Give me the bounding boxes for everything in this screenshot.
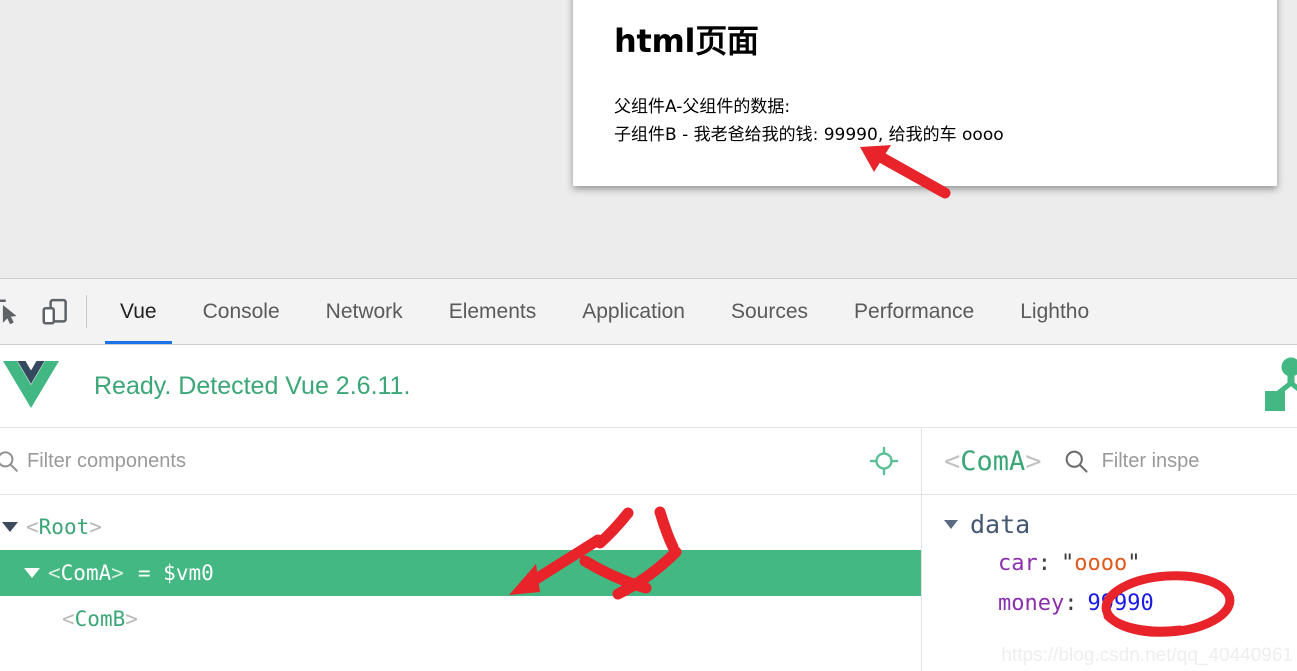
chevron-down-icon[interactable] [22, 568, 42, 578]
screenshot-root: html页面 父组件A-父组件的数据: 子组件B - 我老爸给我的钱: 9999… [0, 0, 1297, 671]
tab-sources[interactable]: Sources [708, 279, 831, 344]
tree-row-root[interactable]: < Root > [0, 504, 921, 550]
tab-network[interactable]: Network [303, 279, 426, 344]
prop-value: 99990 [1087, 590, 1154, 616]
page-text-line-child: 子组件B - 我老爸给我的钱: 99990, 给我的车 oooo [614, 125, 1004, 145]
tab-label: Application [582, 299, 685, 323]
devtools-tool-icons [0, 279, 74, 344]
tab-label: Vue [120, 299, 157, 323]
filter-inspector-input[interactable] [1101, 449, 1297, 473]
component-name: ComB [74, 607, 126, 631]
tab-label: Console [202, 299, 280, 323]
tab-application[interactable]: Application [559, 279, 708, 344]
close-angle: > [111, 561, 124, 585]
devtools-tab-bar: Vue Console Network Elements Application… [0, 278, 1297, 345]
open-angle: < [48, 561, 61, 585]
prop-colon: : [1064, 590, 1078, 616]
tab-label: Performance [854, 299, 975, 323]
inspect-element-icon[interactable] [0, 293, 26, 331]
tab-label: Sources [730, 299, 809, 323]
open-angle: < [26, 515, 39, 539]
components-panel: <Root> <ComA> = $vm0 <ComB> [0, 428, 922, 671]
vue-devtools-header: Ready. Detected Vue 2.6.11. [0, 345, 1297, 428]
search-icon [1062, 447, 1090, 475]
data-prop-money[interactable]: money:99990 [944, 583, 1297, 623]
browser-viewport-area: html页面 父组件A-父组件的数据: 子组件B - 我老爸给我的钱: 9999… [0, 0, 1297, 278]
tab-console[interactable]: Console [180, 279, 303, 344]
data-group-header[interactable]: data [944, 505, 1297, 543]
devtools-main-panes: <Root> <ComA> = $vm0 <ComB> <ComA> [0, 428, 1297, 671]
devtools-tab-list: Vue Console Network Elements Application… [97, 279, 1297, 344]
component-tree: < Root > < ComA > = $vm0 < ComB > [0, 495, 921, 671]
prop-key: money [998, 590, 1065, 616]
component-relations-icon[interactable] [1249, 355, 1297, 417]
rendered-page-panel: html页面 父组件A-父组件的数据: 子组件B - 我老爸给我的钱: 9999… [573, 0, 1277, 186]
tab-lighthouse[interactable]: Lightho [997, 279, 1112, 344]
rendered-page-content: html页面 父组件A-父组件的数据: 子组件B - 我老爸给我的钱: 9999… [573, 0, 1277, 149]
quote-close: " [1127, 550, 1141, 576]
tab-label: Lightho [1020, 299, 1090, 323]
close-angle: > [89, 515, 102, 539]
chevron-down-icon[interactable] [944, 519, 958, 529]
open-angle: < [944, 445, 961, 477]
chevron-down-icon[interactable] [0, 522, 20, 532]
prop-key: car [998, 550, 1038, 576]
data-group-label: data [970, 509, 1031, 539]
component-name: ComA [60, 561, 112, 585]
vue-status-text: Ready. Detected Vue 2.6.11. [94, 371, 411, 400]
close-angle: > [125, 607, 138, 631]
filter-components-input[interactable] [27, 449, 867, 473]
search-icon [0, 448, 24, 474]
components-filter-bar [0, 428, 921, 495]
prop-value: oooo [1074, 550, 1128, 576]
select-component-target-icon[interactable] [867, 444, 901, 478]
inspector-panel: <ComA> data car:"oooo" m [922, 428, 1297, 671]
prop-colon: : [1037, 550, 1051, 576]
inspector-data-tree: data car: " oooo " money:99990 [922, 495, 1297, 671]
device-toolbar-icon[interactable] [36, 293, 74, 331]
close-angle: > [1025, 445, 1042, 477]
tree-row-coma[interactable]: < ComA > = $vm0 [0, 550, 921, 596]
page-title: html页面 [614, 22, 759, 60]
page-text-line-parent: 父组件A-父组件的数据: [614, 97, 791, 117]
tab-performance[interactable]: Performance [831, 279, 997, 344]
inspected-component-title: <ComA> [944, 446, 1042, 477]
data-prop-car[interactable]: car: " oooo " [944, 543, 1297, 583]
toolbar-separator [86, 295, 87, 328]
inspector-header-bar: <ComA> [922, 428, 1297, 495]
component-name: ComA [960, 445, 1026, 477]
tab-vue[interactable]: Vue [97, 279, 180, 344]
vue-logo [2, 358, 60, 415]
vm-reference-label: = $vm0 [137, 561, 214, 585]
quote-open: " [1061, 550, 1075, 576]
tab-elements[interactable]: Elements [426, 279, 560, 344]
tree-row-comb[interactable]: < ComB > [0, 596, 921, 642]
open-angle: < [62, 607, 75, 631]
component-name: Root [38, 515, 90, 539]
tab-label: Network [325, 299, 403, 323]
tab-label: Elements [448, 299, 537, 323]
